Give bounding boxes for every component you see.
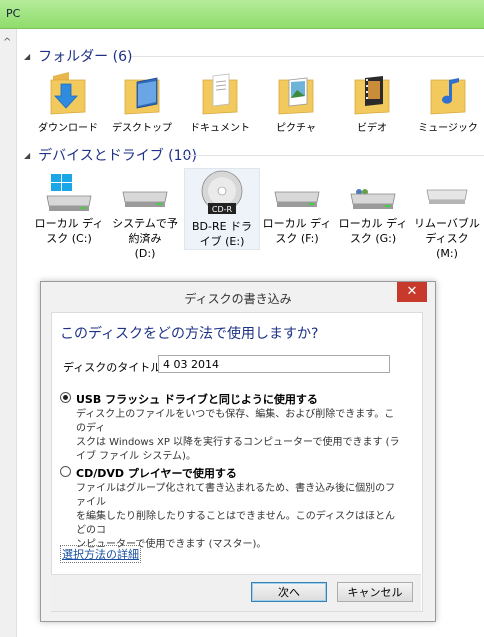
group-label: フォルダー (6)	[38, 49, 133, 65]
group-header-folders[interactable]: ◢ フォルダー (6)	[24, 46, 132, 66]
option-heading: CD/DVD プレイヤーで使用する	[76, 467, 237, 480]
option-description: ディスク上のファイルをいつでも保存、編集、および削除できます。このディ スクは …	[76, 409, 400, 462]
disc-type-label: CD-R	[212, 205, 233, 214]
drive-d[interactable]: システムで予 約済み (D:)	[108, 170, 182, 261]
folder-label: ピクチャ	[276, 123, 316, 134]
dialog-question: このディスクをどの方法で使用しますか?	[60, 326, 319, 342]
drive-label: BD-RE ドラ イブ (E:)	[191, 220, 253, 248]
dialog-title: ディスクの書き込み	[184, 292, 292, 306]
shared-drive-icon	[350, 189, 396, 209]
window-titlebar: PC	[0, 0, 484, 29]
collapse-triangle-icon[interactable]: ◢	[24, 151, 30, 160]
windows-drive-icon	[46, 174, 92, 211]
scroll-up-arrow-icon[interactable]: ^	[3, 37, 11, 48]
drive-c[interactable]: ローカル ディ スク (C:)	[32, 170, 106, 246]
drive-g[interactable]: ローカル ディ スク (G:)	[336, 170, 410, 246]
burn-disc-dialog[interactable]: ディスクの書き込み ✕ このディスクをどの方法で使用しますか? ディスクのタイト…	[40, 281, 436, 622]
group-divider	[182, 155, 484, 156]
drive-label: ローカル ディ スク (G:)	[338, 217, 408, 245]
option-description: ファイルはグループ化されて書き込まれるため、書き込み後に個別のファイル を編集し…	[76, 483, 396, 550]
downloads-folder-icon	[50, 72, 86, 115]
folder-desktop[interactable]: デスクトップ	[106, 72, 178, 134]
pictures-folder-icon	[278, 77, 314, 115]
disc-title-input[interactable]	[158, 355, 390, 373]
hard-drive-icon	[122, 191, 168, 207]
dialog-footer: 次へ キャンセル	[51, 574, 421, 611]
music-folder-icon	[430, 78, 466, 115]
videos-folder-icon	[354, 76, 390, 115]
radio-usb-selected[interactable]	[60, 392, 71, 403]
dialog-body: このディスクをどの方法で使用しますか? ディスクのタイトル: USB フラッシュ…	[51, 312, 423, 612]
group-label: デバイスとドライブ (10)	[38, 148, 197, 164]
drive-label: システムで予 約済み (D:)	[112, 217, 178, 260]
drive-label: ローカル ディ スク (F:)	[262, 217, 332, 245]
next-button[interactable]: 次へ	[251, 582, 327, 602]
folder-label: デスクトップ	[112, 123, 172, 134]
vertical-scrollbar[interactable]: ^	[0, 29, 17, 637]
drive-label: ローカル ディ スク (C:)	[34, 217, 104, 245]
drive-e[interactable]: CD-R BD-RE ドラ イブ (E:)	[184, 168, 260, 250]
close-icon[interactable]: ✕	[397, 282, 427, 302]
folder-pictures[interactable]: ピクチャ	[260, 72, 332, 134]
folder-label: ミュージック	[418, 123, 478, 134]
dialog-titlebar[interactable]: ディスクの書き込み ✕	[41, 282, 435, 312]
folder-documents[interactable]: ドキュメント	[184, 72, 256, 134]
cancel-button[interactable]: キャンセル	[337, 582, 413, 602]
group-header-devices[interactable]: ◢ デバイスとドライブ (10)	[24, 145, 197, 165]
radio-cd-dvd[interactable]	[60, 466, 71, 477]
drive-f[interactable]: ローカル ディ スク (F:)	[260, 170, 334, 246]
hard-drive-icon	[274, 191, 320, 207]
drive-label: リムーバブル ディスク (M:)	[414, 217, 480, 260]
drive-m[interactable]: リムーバブル ディスク (M:)	[410, 170, 484, 261]
folder-videos[interactable]: ビデオ	[336, 72, 408, 134]
folder-label: ドキュメント	[190, 123, 250, 134]
group-divider	[132, 56, 484, 57]
folder-downloads[interactable]: ダウンロード	[32, 72, 104, 134]
removable-drive-icon	[426, 189, 468, 204]
option-heading: USB フラッシュ ドライブと同じように使用する	[76, 393, 318, 406]
collapse-triangle-icon[interactable]: ◢	[24, 52, 30, 61]
folder-music[interactable]: ミュージック	[412, 72, 484, 134]
folder-label: ダウンロード	[38, 123, 98, 134]
folder-label: ビデオ	[357, 123, 387, 134]
documents-folder-icon	[202, 73, 238, 115]
window-title: PC	[6, 7, 21, 20]
cd-r-disc-icon: CD-R	[201, 170, 243, 214]
disc-title-label: ディスクのタイトル:	[63, 361, 165, 374]
details-link[interactable]: 選択方法の詳細	[60, 545, 141, 563]
desktop-folder-icon	[124, 77, 160, 115]
